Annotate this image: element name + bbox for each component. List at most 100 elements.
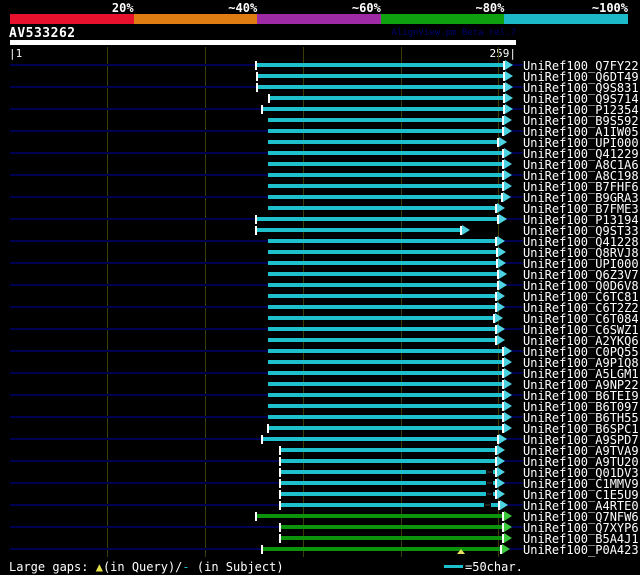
hit-bar[interactable] <box>262 547 502 551</box>
hit-bar[interactable] <box>280 503 500 507</box>
hit-bar[interactable] <box>268 261 498 265</box>
ruler-end-label: 259| <box>489 47 517 60</box>
hit-bar[interactable] <box>256 217 499 221</box>
hit-arrowhead-icon <box>497 302 505 312</box>
subject-gap-dash <box>486 480 493 486</box>
hit-bar[interactable] <box>256 514 504 518</box>
identity-scale-label: ~40% <box>228 1 258 15</box>
alignment-start-tick <box>255 512 257 521</box>
hit-arrowhead-icon <box>504 170 512 180</box>
hit-bar[interactable] <box>257 74 505 78</box>
hit-bar[interactable] <box>268 173 504 177</box>
hit-arrowhead-icon <box>504 379 512 389</box>
hit-arrowhead-icon <box>505 71 513 81</box>
hit-bar[interactable] <box>269 96 505 100</box>
hit-bar[interactable] <box>256 228 462 232</box>
legend-suffix: (in Subject) <box>189 560 284 574</box>
hit-bar[interactable] <box>268 140 499 144</box>
hit-arrowhead-icon <box>497 467 505 477</box>
hit-arrowhead-icon <box>505 93 513 103</box>
hit-bar[interactable] <box>280 481 497 485</box>
hit-bar[interactable] <box>268 283 499 287</box>
hit-bar[interactable] <box>280 448 497 452</box>
hit-bar[interactable] <box>268 118 504 122</box>
hit-arrowhead-icon <box>497 478 505 488</box>
fifty-char-scale-line <box>444 565 463 568</box>
subject-gap-dash <box>486 469 493 475</box>
hit-bar[interactable] <box>268 206 497 210</box>
hit-bar[interactable] <box>268 162 504 166</box>
hit-arrowhead-icon <box>503 192 511 202</box>
hit-bar[interactable] <box>262 107 505 111</box>
hit-arrowhead-icon <box>499 280 507 290</box>
query-gap-triangle <box>457 549 465 554</box>
hit-bar[interactable] <box>268 393 504 397</box>
hit-arrowhead-icon <box>504 423 512 433</box>
alignment-start-tick <box>255 61 257 70</box>
hit-bar[interactable] <box>268 316 495 320</box>
hit-arrowhead-icon <box>462 225 470 235</box>
hit-arrowhead-icon <box>497 445 505 455</box>
hit-arrowhead-icon <box>498 247 506 257</box>
hit-arrowhead-icon <box>500 500 508 510</box>
alignment-start-tick <box>268 94 270 103</box>
hit-bar[interactable] <box>280 536 504 540</box>
hit-bar[interactable] <box>268 294 497 298</box>
alignment-start-tick <box>261 545 263 554</box>
alignment-start-tick <box>255 215 257 224</box>
hit-bar[interactable] <box>268 195 503 199</box>
hit-bar[interactable] <box>268 129 504 133</box>
hit-bar[interactable] <box>268 151 504 155</box>
hit-bar[interactable] <box>268 184 504 188</box>
hit-bar[interactable] <box>256 63 505 67</box>
hit-arrowhead-icon <box>504 522 512 532</box>
hit-bar[interactable] <box>280 470 497 474</box>
subject-gap-dash-icon: - <box>182 560 190 574</box>
hit-bar[interactable] <box>268 415 504 419</box>
identity-scale-label: ~100% <box>591 1 628 15</box>
hit-bar[interactable] <box>268 382 504 386</box>
hit-bar[interactable] <box>268 338 497 342</box>
hit-bar[interactable] <box>257 85 505 89</box>
hit-arrowhead-icon <box>499 137 507 147</box>
query-ruler-bar <box>10 40 516 45</box>
hit-bar[interactable] <box>280 459 497 463</box>
hit-arrowhead-icon <box>497 456 505 466</box>
hit-arrowhead-icon <box>504 412 512 422</box>
alignment-start-tick <box>279 523 281 532</box>
hit-bar[interactable] <box>268 371 504 375</box>
hit-arrowhead-icon <box>495 313 503 323</box>
hit-bar[interactable] <box>268 360 504 364</box>
fifty-char-scale-label: =50char. <box>465 560 523 574</box>
hit-bar[interactable] <box>268 349 504 353</box>
hit-bar[interactable] <box>268 327 497 331</box>
hit-arrowhead-icon <box>504 533 512 543</box>
hit-arrowhead-icon <box>505 82 513 92</box>
hit-arrowhead-icon <box>498 258 506 268</box>
hit-arrowhead-icon <box>504 159 512 169</box>
hit-bar[interactable] <box>268 426 504 430</box>
identity-scale-label: ~60% <box>351 1 381 15</box>
hit-arrowhead-icon <box>497 335 505 345</box>
alignment-start-tick <box>279 479 281 488</box>
hit-bar[interactable] <box>262 437 499 441</box>
ruler-start-label: |1 <box>9 47 23 60</box>
hit-bar[interactable] <box>268 272 499 276</box>
large-gaps-legend: Large gaps: ▲(in Query)/- (in Subject) <box>9 560 284 574</box>
hit-label[interactable]: UniRef100_P0A423 <box>523 543 639 557</box>
hit-arrowhead-icon <box>497 324 505 334</box>
hit-bar[interactable] <box>280 492 497 496</box>
hit-bar[interactable] <box>268 305 497 309</box>
hit-bar[interactable] <box>268 239 497 243</box>
alignment-start-tick <box>279 534 281 543</box>
subject-gap-dash <box>484 502 491 508</box>
hit-arrowhead-icon <box>504 401 512 411</box>
identity-scale-segment <box>257 14 382 24</box>
hit-arrowhead-icon <box>504 181 512 191</box>
hit-bar[interactable] <box>268 250 498 254</box>
identity-scale-segment <box>504 14 629 24</box>
hit-bar[interactable] <box>268 404 504 408</box>
hit-bar[interactable] <box>280 525 504 529</box>
hit-arrowhead-icon <box>504 115 512 125</box>
hit-arrowhead-icon <box>497 489 505 499</box>
